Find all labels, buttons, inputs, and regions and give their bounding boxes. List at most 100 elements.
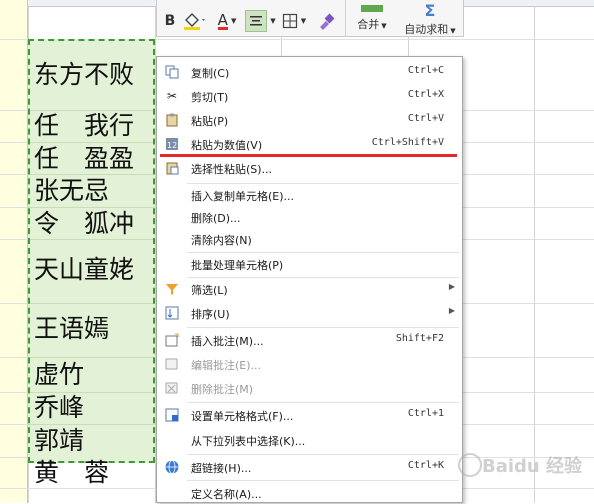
menu-item-paste-special[interactable]: 选择性粘贴(S)... — [157, 157, 462, 179]
cell-name[interactable]: 虚竹 — [34, 362, 84, 387]
sort-icon — [164, 305, 180, 321]
format-cells-icon — [164, 407, 180, 423]
filter-icon — [164, 281, 180, 297]
menu-item-label: 筛选(L) — [191, 284, 228, 297]
align-center-icon — [250, 16, 262, 26]
gridline — [534, 6, 535, 503]
menu-separator — [187, 454, 459, 455]
menu-item-label: 从下拉列表中选择(K)... — [191, 435, 306, 448]
cell-name[interactable]: 任 我行 — [34, 113, 134, 138]
cell-name[interactable]: 张无忌 — [34, 178, 109, 203]
menu-item-filter[interactable]: 筛选(L) ▶ — [157, 278, 462, 300]
menu-item-sort[interactable]: 排序(U) ▶ — [157, 302, 462, 324]
watermark-text: Baidu 经验 — [482, 456, 583, 477]
menu-item-label: 删除批注(M) — [191, 383, 254, 396]
menu-item-hyperlink[interactable]: 超链接(H)... Ctrl+K — [157, 456, 462, 478]
menu-item-label: 排序(U) — [191, 308, 230, 321]
paste-special-icon — [164, 160, 180, 176]
menu-item-label: 清除内容(N) — [191, 234, 252, 247]
cell-name[interactable]: 任 盈盈 — [34, 146, 134, 171]
merge-label: 合并 — [357, 18, 380, 31]
menu-item-shortcut: Ctrl+X — [407, 89, 444, 100]
borders-icon — [282, 13, 297, 29]
borders-button[interactable]: ▼ — [279, 10, 309, 32]
menu-item-label: 超链接(H)... — [191, 462, 252, 475]
menu-item-paste[interactable]: 粘贴(P) Ctrl+V — [157, 109, 462, 131]
menu-item-batch-process[interactable]: 批量处理单元格(P) — [157, 253, 462, 275]
cell-name[interactable]: 东方不败 — [34, 62, 134, 87]
menu-item-shortcut: Ctrl+Shift+V — [371, 137, 444, 148]
submenu-arrow-icon: ▶ — [448, 282, 455, 291]
cell-name[interactable]: 王语嫣 — [34, 316, 109, 341]
menu-item-label: 剪切(T) — [191, 91, 229, 104]
chevron-down-icon: ▼ — [230, 17, 237, 25]
column-a[interactable] — [0, 0, 28, 503]
menu-separator — [187, 402, 459, 403]
font-color-letter: A — [217, 10, 228, 30]
menu-item-copy[interactable]: 复制(C) Ctrl+C — [157, 61, 462, 83]
svg-text:12: 12 — [167, 141, 177, 150]
menu-item-shortcut: Ctrl+1 — [407, 408, 444, 419]
autosum-button[interactable]: Σ 自动求和 ▼ — [399, 0, 461, 37]
menu-item-label: 删除(D)... — [191, 212, 241, 225]
font-color-button[interactable]: A ▼ — [213, 10, 241, 32]
watermark: Baidu 经验 — [458, 447, 594, 503]
fill-bucket-icon — [184, 13, 205, 30]
bold-button[interactable]: B — [161, 10, 179, 32]
cell-name[interactable]: 郭靖 — [34, 428, 84, 453]
highlight-underline — [160, 154, 457, 157]
cell-name[interactable]: 乔峰 — [34, 395, 84, 420]
chevron-down-icon[interactable]: ▼ — [269, 10, 277, 32]
edit-comment-icon — [164, 356, 180, 372]
fill-color-button[interactable] — [181, 10, 209, 32]
menu-item-shortcut: Ctrl+K — [407, 460, 444, 471]
chevron-down-icon: ▼ — [450, 26, 456, 35]
chevron-down-icon: ▼ — [300, 17, 307, 25]
menu-item-shortcut: Ctrl+V — [407, 113, 444, 124]
hyperlink-icon — [164, 459, 180, 475]
menu-item-label: 设置单元格格式(F)... — [191, 410, 294, 423]
paste-values-icon: 12 — [164, 136, 180, 152]
menu-item-shortcut: Shift+F2 — [395, 333, 444, 344]
scissors-icon: ✂ — [166, 89, 178, 103]
menu-item-insert-comment[interactable]: 插入批注(M)... Shift+F2 — [157, 329, 462, 351]
menu-item-label: 复制(C) — [191, 67, 230, 80]
menu-item-delete[interactable]: 删除(D)... — [157, 206, 462, 228]
menu-item-format-cells[interactable]: 设置单元格格式(F)... Ctrl+1 — [157, 404, 462, 426]
copy-icon — [164, 64, 180, 80]
menu-item-paste-values[interactable]: 12 粘贴为数值(V) Ctrl+Shift+V — [157, 133, 462, 155]
paw-logo-icon — [458, 453, 482, 477]
menu-item-label: 批量处理单元格(P) — [191, 259, 284, 272]
menu-item-define-name[interactable]: 定义名称(A)... — [157, 482, 462, 504]
menu-item-label: 插入批注(M)... — [191, 335, 264, 348]
menu-item-label: 定义名称(A)... — [191, 488, 262, 501]
paste-icon — [164, 112, 180, 128]
menu-item-clear-contents[interactable]: 清除内容(N) — [157, 228, 462, 250]
format-painter-button[interactable] — [315, 10, 337, 32]
cell-name[interactable]: 令 狐冲 — [34, 211, 134, 236]
cell-name[interactable]: 黄 蓉 — [34, 460, 109, 485]
menu-item-pick-from-list[interactable]: 从下拉列表中选择(K)... — [157, 429, 462, 451]
mini-toolbar: B A ▼ ▼ ▼ 合并 ▼ Σ 自动求和 ▼ — [156, 0, 464, 37]
menu-item-label: 粘贴为数值(V) — [191, 139, 263, 152]
menu-item-cut[interactable]: ✂ 剪切(T) Ctrl+X — [157, 85, 462, 107]
chevron-down-icon: ▼ — [381, 22, 387, 30]
menu-separator — [187, 327, 459, 328]
menu-separator — [187, 480, 459, 481]
menu-item-label: 粘贴(P) — [191, 115, 229, 128]
menu-item-label: 选择性粘贴(S)... — [191, 163, 273, 176]
context-menu: 复制(C) Ctrl+C ✂ 剪切(T) Ctrl+X 粘贴(P) Ctrl+V… — [156, 56, 463, 503]
format-painter-icon — [320, 13, 335, 30]
merge-cells-icon — [361, 5, 383, 12]
align-button[interactable] — [245, 10, 267, 32]
cell-name[interactable]: 天山童姥 — [34, 257, 134, 282]
insert-comment-icon — [164, 332, 180, 348]
merge-button[interactable]: 合并 ▼ — [351, 0, 393, 37]
menu-item-insert-copied-cells[interactable]: 插入复制单元格(E)... — [157, 184, 462, 206]
toolbar-divider — [345, 0, 346, 37]
menu-item-delete-comment[interactable]: 删除批注(M) — [157, 377, 462, 399]
delete-comment-icon — [164, 380, 180, 396]
menu-item-label: 编辑批注(E)... — [191, 359, 262, 372]
sigma-icon: Σ — [424, 0, 436, 20]
menu-item-edit-comment[interactable]: 编辑批注(E)... — [157, 353, 462, 375]
